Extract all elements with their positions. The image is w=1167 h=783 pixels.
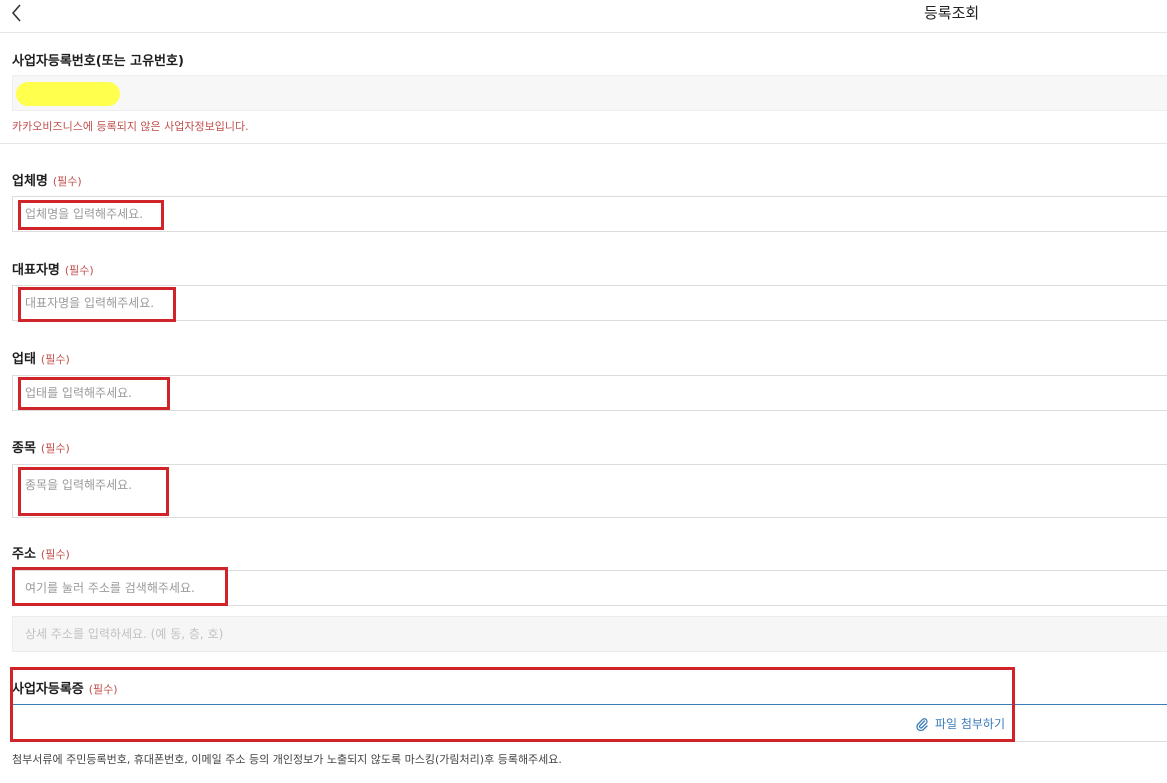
chevron-left-icon bbox=[11, 4, 21, 22]
business-item-label: 종목 (필수) bbox=[12, 437, 70, 456]
back-button[interactable] bbox=[6, 2, 28, 24]
required-mark: (필수) bbox=[88, 683, 118, 696]
address-detail-input[interactable] bbox=[13, 617, 1167, 651]
address-label: 주소 (필수) bbox=[12, 543, 70, 562]
ceo-field[interactable] bbox=[12, 285, 1167, 321]
ceo-label: 대표자명 (필수) bbox=[12, 259, 94, 278]
section-divider bbox=[0, 143, 1167, 144]
address-search-field[interactable] bbox=[12, 570, 1167, 606]
ceo-label-text: 대표자명 bbox=[12, 263, 60, 278]
required-mark: (필수) bbox=[40, 353, 70, 366]
address-search-input[interactable] bbox=[13, 571, 1167, 605]
business-type-input[interactable] bbox=[13, 376, 1167, 410]
certificate-label-text: 사업자등록증 bbox=[12, 682, 84, 697]
required-mark: (필수) bbox=[52, 175, 82, 188]
address-label-text: 주소 bbox=[12, 547, 36, 562]
required-mark: (필수) bbox=[64, 264, 94, 277]
business-item-field[interactable] bbox=[12, 464, 1167, 518]
business-item-label-text: 종목 bbox=[12, 441, 36, 456]
required-mark: (필수) bbox=[40, 442, 70, 455]
business-item-input[interactable] bbox=[13, 465, 1167, 517]
ceo-input[interactable] bbox=[13, 286, 1167, 320]
certificate-label: 사업자등록증 (필수) bbox=[12, 678, 118, 697]
biz-number-error: 카카오비즈니스에 등록되지 않은 사업자정보입니다. bbox=[12, 120, 249, 133]
attach-file-button[interactable]: 파일 첨부하기 bbox=[915, 715, 1005, 732]
biz-number-label: 사업자등록번호(또는 고유번호) bbox=[12, 54, 184, 69]
business-type-field[interactable] bbox=[12, 375, 1167, 411]
business-type-label-text: 업태 bbox=[12, 352, 36, 367]
paperclip-icon bbox=[916, 717, 928, 731]
required-mark: (필수) bbox=[40, 548, 70, 561]
attach-file-label: 파일 첨부하기 bbox=[934, 717, 1005, 731]
business-type-label: 업태 (필수) bbox=[12, 348, 70, 367]
masked-value-highlight bbox=[16, 82, 120, 106]
company-label: 업체명 (필수) bbox=[12, 170, 82, 189]
company-field[interactable] bbox=[12, 196, 1167, 232]
company-input[interactable] bbox=[13, 197, 1167, 231]
page-title: 등록조회 bbox=[924, 4, 980, 22]
privacy-notice: 첨부서류에 주민등록번호, 휴대폰번호, 이메일 주소 등의 개인정보가 노출되… bbox=[12, 753, 562, 766]
address-detail-field[interactable] bbox=[12, 616, 1167, 652]
company-label-text: 업체명 bbox=[12, 174, 48, 189]
biz-number-field bbox=[12, 75, 1167, 111]
header-divider bbox=[0, 32, 1167, 33]
